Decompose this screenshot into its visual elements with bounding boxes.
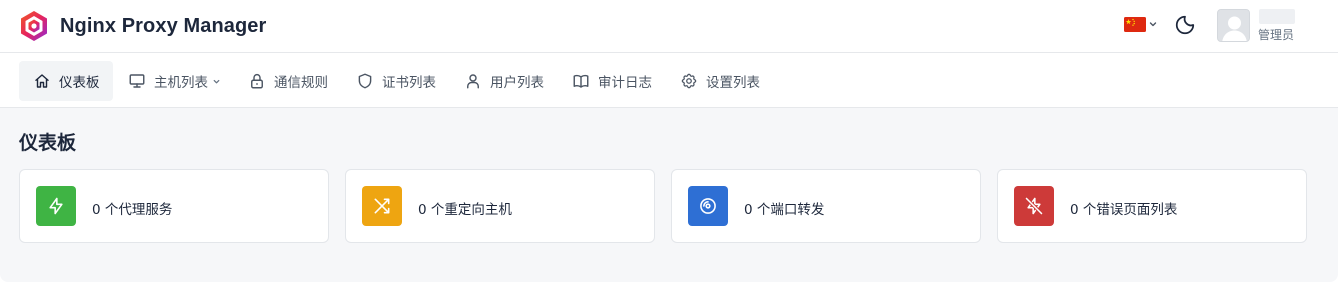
stat-label: 0 个错误页面列表 bbox=[1070, 202, 1178, 218]
avatar[interactable] bbox=[1217, 9, 1250, 42]
app-logo-icon bbox=[21, 11, 47, 41]
disc-icon bbox=[700, 198, 716, 214]
lock-icon bbox=[251, 73, 263, 89]
chevron-down-icon[interactable] bbox=[1148, 19, 1158, 29]
nav-label: 审计日志 bbox=[598, 75, 652, 91]
bolt-icon bbox=[49, 197, 63, 215]
user-name-redacted bbox=[1259, 9, 1295, 24]
moon-icon[interactable] bbox=[1174, 14, 1196, 36]
bolt-off-icon bbox=[1024, 196, 1044, 216]
nav-label: 通信规则 bbox=[274, 75, 328, 91]
nav-item-settings[interactable]: 设置列表 bbox=[680, 61, 760, 101]
stat-card-redirection-hosts[interactable]: 0 个重定向主机 bbox=[345, 169, 655, 243]
nav-label: 证书列表 bbox=[382, 75, 436, 91]
user-avatar-icon bbox=[1218, 10, 1249, 41]
app-title: Nginx Proxy Manager bbox=[60, 14, 267, 37]
shuffle-icon bbox=[374, 198, 390, 214]
user-role: 管理员 bbox=[1258, 28, 1295, 42]
nav-label: 主机列表 bbox=[154, 75, 208, 91]
nav-label: 仪表板 bbox=[59, 75, 100, 91]
nav-item-audit-log[interactable]: 审计日志 bbox=[572, 61, 652, 101]
home-icon bbox=[35, 74, 49, 88]
stat-card-dead-hosts[interactable]: 0 个错误页面列表 bbox=[997, 169, 1307, 243]
monitor-icon bbox=[129, 74, 145, 88]
shield-icon bbox=[358, 73, 372, 89]
page-title: 仪表板 bbox=[19, 132, 77, 154]
book-icon bbox=[573, 74, 589, 88]
gear-icon bbox=[681, 73, 697, 89]
nav-label: 设置列表 bbox=[706, 75, 760, 91]
stat-tile bbox=[1014, 186, 1054, 226]
nav-item-certificates[interactable]: 证书列表 bbox=[356, 61, 436, 101]
cn-flag-icon bbox=[1124, 17, 1146, 32]
language-selector[interactable] bbox=[1124, 17, 1146, 32]
stat-label: 0 个代理服务 bbox=[92, 202, 173, 218]
nav-item-hosts[interactable]: 主机列表 bbox=[128, 61, 221, 101]
nav-item-access-lists[interactable]: 通信规则 bbox=[248, 61, 328, 101]
stat-card-proxy-hosts[interactable]: 0 个代理服务 bbox=[19, 169, 329, 243]
stat-label: 0 个重定向主机 bbox=[418, 202, 512, 218]
user-icon bbox=[467, 74, 479, 89]
top-header: Nginx Proxy Manager 管理员 bbox=[0, 0, 1338, 53]
stat-card-streams[interactable]: 0 个端口转发 bbox=[671, 169, 981, 243]
stat-label: 0 个端口转发 bbox=[744, 202, 825, 218]
stat-tile bbox=[688, 186, 728, 226]
nav-item-dashboard[interactable]: 仪表板 bbox=[19, 61, 113, 101]
brand[interactable]: Nginx Proxy Manager bbox=[18, 9, 266, 43]
nav-item-users[interactable]: 用户列表 bbox=[464, 61, 544, 101]
main-navigation: 仪表板 主机列表 通信规则 证书列表 用户列表 审计日志 设置列表 bbox=[0, 53, 1338, 108]
stat-tile bbox=[362, 186, 402, 226]
nav-label: 用户列表 bbox=[490, 75, 544, 91]
chevron-down-icon bbox=[213, 79, 220, 83]
stat-tile bbox=[36, 186, 76, 226]
dashboard-content: 仪表板 0 个代理服务 0 个重定向主机 0 个端口转发 0 个错误页面列表 bbox=[0, 108, 1338, 282]
